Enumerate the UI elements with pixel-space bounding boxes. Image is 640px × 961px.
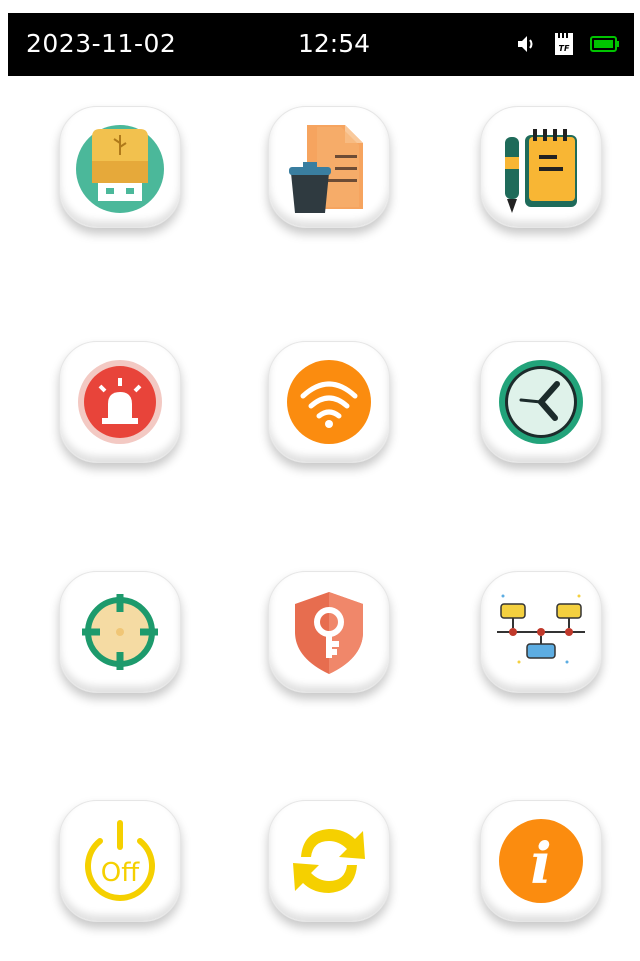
notepad-icon xyxy=(505,129,577,213)
status-icons: TF xyxy=(516,29,620,59)
password-key-tile[interactable] xyxy=(268,571,390,693)
status-time: 12:54 xyxy=(298,29,371,58)
info-label: i xyxy=(530,831,551,897)
battery-icon xyxy=(590,36,619,52)
status-bar: 2023-11-02 12:54 TF xyxy=(8,13,634,76)
password-key-icon xyxy=(295,592,363,674)
clock-tile[interactable] xyxy=(480,341,602,463)
power-off-icon: Off xyxy=(85,820,155,901)
clock-icon xyxy=(499,360,583,444)
wifi-icon xyxy=(287,360,371,444)
delete-files-icon xyxy=(289,125,363,213)
delete-files-tile[interactable] xyxy=(268,106,390,228)
power-off-tile[interactable]: Off xyxy=(59,800,181,922)
usb-drive-tile[interactable] xyxy=(59,106,181,228)
info-tile[interactable]: i xyxy=(480,800,602,922)
network-timeline-tile[interactable] xyxy=(480,571,602,693)
usb-drive-icon xyxy=(76,125,164,213)
target-tile[interactable] xyxy=(59,571,181,693)
alarm-icon xyxy=(78,360,162,444)
screen-frame xyxy=(0,0,6,961)
power-off-label: Off xyxy=(101,858,140,888)
tf-card-icon: TF xyxy=(555,33,573,55)
network-timeline-icon xyxy=(497,594,585,664)
speaker-icon xyxy=(518,36,533,52)
wifi-tile[interactable] xyxy=(268,341,390,463)
tf-label: TF xyxy=(559,44,570,53)
status-date: 2023-11-02 xyxy=(26,29,177,58)
notepad-tile[interactable] xyxy=(480,106,602,228)
refresh-tile[interactable] xyxy=(268,800,390,922)
target-icon xyxy=(82,594,158,670)
info-icon: i xyxy=(499,819,583,903)
alarm-tile[interactable] xyxy=(59,341,181,463)
refresh-icon xyxy=(293,829,365,893)
